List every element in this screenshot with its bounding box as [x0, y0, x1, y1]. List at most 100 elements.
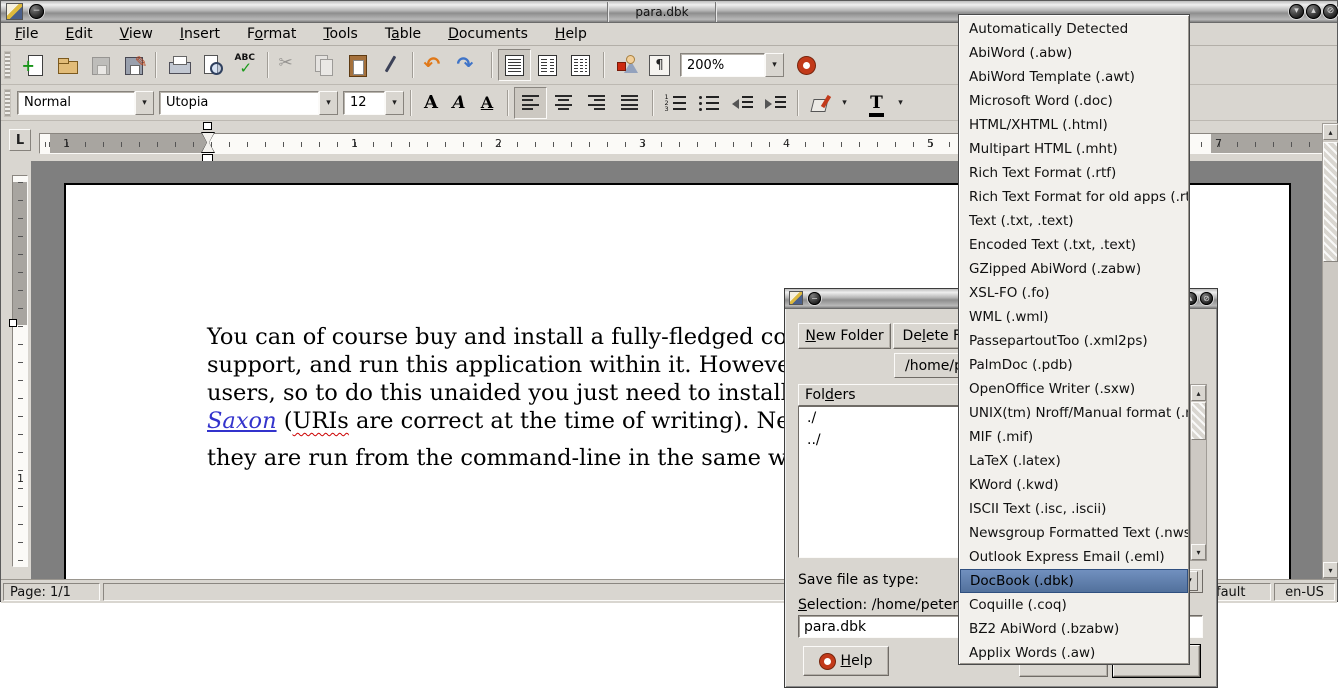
popup-item[interactable]: Encoded Text (.txt, .text): [960, 233, 1188, 257]
font-value[interactable]: Utopia: [159, 91, 319, 115]
align-justify-button[interactable]: [613, 87, 646, 119]
align-right-button[interactable]: [580, 87, 613, 119]
insert-shapes-button[interactable]: [610, 49, 643, 81]
zoom-dropdown-arrow-icon[interactable]: ▾: [765, 53, 784, 77]
window-menu-button[interactable]: −: [29, 4, 44, 19]
decrease-indent-button[interactable]: [725, 87, 758, 119]
popup-item[interactable]: DocBook (.dbk): [960, 569, 1188, 593]
scroll-up-arrow-icon[interactable]: ▴: [1191, 385, 1206, 401]
show-formatting-marks-button[interactable]: ¶: [643, 49, 676, 81]
document-text[interactable]: You can of course buy and install a full…: [207, 323, 834, 472]
highlight-color-dropdown-icon[interactable]: ▾: [837, 92, 852, 114]
menu-help[interactable]: Help: [555, 26, 587, 42]
cut-button[interactable]: ✂: [274, 49, 307, 81]
first-line-indent-marker[interactable]: [203, 122, 212, 130]
menu-format[interactable]: Format: [247, 26, 296, 42]
increase-indent-button[interactable]: [758, 87, 791, 119]
popup-item[interactable]: Coquille (.coq): [960, 593, 1188, 617]
format-painter-button[interactable]: [373, 49, 406, 81]
popup-item[interactable]: UNIX(tm) Nroff/Manual format (.nroff): [960, 401, 1188, 425]
new-document-button[interactable]: +: [17, 49, 50, 81]
dialog-help-button[interactable]: Help: [803, 646, 889, 676]
popup-item[interactable]: LaTeX (.latex): [960, 449, 1188, 473]
popup-item[interactable]: ISCII Text (.isc, .iscii): [960, 497, 1188, 521]
view-normal-button[interactable]: [498, 49, 531, 81]
save-as-button[interactable]: ✎: [116, 49, 149, 81]
scroll-down-arrow-icon[interactable]: ▾: [1191, 544, 1206, 560]
popup-item[interactable]: AbiWord Template (.awt): [960, 65, 1188, 89]
font-dropdown-arrow-icon[interactable]: ▾: [319, 91, 338, 115]
copy-button[interactable]: [307, 49, 340, 81]
popup-item[interactable]: MIF (.mif): [960, 425, 1188, 449]
menu-view[interactable]: View: [120, 26, 153, 42]
bold-button[interactable]: A: [417, 87, 445, 119]
popup-item[interactable]: HTML/XHTML (.html): [960, 113, 1188, 137]
font-size-value[interactable]: 12: [343, 91, 385, 115]
popup-item[interactable]: Rich Text Format (.rtf): [960, 161, 1188, 185]
print-button[interactable]: [162, 49, 195, 81]
dialog-close-button[interactable]: ⊘: [1200, 292, 1213, 305]
folder-item[interactable]: ./: [799, 407, 975, 429]
zoom-value[interactable]: 200%: [680, 53, 765, 77]
print-preview-button[interactable]: [195, 49, 228, 81]
font-color-button[interactable]: T: [860, 87, 893, 119]
save-button[interactable]: [83, 49, 116, 81]
popup-item[interactable]: Outlook Express Email (.eml): [960, 545, 1188, 569]
dialog-window-menu-button[interactable]: −: [808, 292, 821, 305]
view-two-column-button[interactable]: [531, 49, 564, 81]
files-list-scrollbar[interactable]: ▴ ▾: [1190, 384, 1207, 561]
indent-markers[interactable]: [200, 122, 216, 163]
numbered-list-button[interactable]: 123: [659, 87, 692, 119]
tab-stop-selector-button[interactable]: L: [9, 129, 31, 151]
menu-edit[interactable]: Edit: [65, 26, 92, 42]
style-value[interactable]: Normal: [17, 91, 135, 115]
scrollbar-thumb[interactable]: [1191, 402, 1206, 440]
align-center-button[interactable]: [547, 87, 580, 119]
bullet-list-button[interactable]: [692, 87, 725, 119]
spellcheck-button[interactable]: ABC✓: [228, 49, 261, 81]
popup-item[interactable]: AbiWord (.abw): [960, 41, 1188, 65]
popup-item[interactable]: Automatically Detected: [960, 17, 1188, 41]
scroll-up-arrow-icon[interactable]: ▴: [1323, 124, 1338, 140]
style-dropdown-arrow-icon[interactable]: ▾: [135, 91, 154, 115]
font-color-dropdown-icon[interactable]: ▾: [893, 92, 908, 114]
popup-item[interactable]: PassepartoutToo (.xml2ps): [960, 329, 1188, 353]
hyperlink-text[interactable]: Saxon: [207, 408, 277, 434]
highlight-color-button[interactable]: [804, 87, 837, 119]
align-left-button[interactable]: [514, 87, 547, 119]
popup-item[interactable]: Multipart HTML (.mht): [960, 137, 1188, 161]
folders-list[interactable]: ./../: [798, 406, 976, 558]
top-margin-marker[interactable]: [9, 319, 17, 327]
popup-item[interactable]: XSL-FO (.fo): [960, 281, 1188, 305]
popup-item[interactable]: Microsoft Word (.doc): [960, 89, 1188, 113]
open-button[interactable]: [50, 49, 83, 81]
view-three-column-button[interactable]: [564, 49, 597, 81]
scrollbar-thumb[interactable]: [1323, 142, 1338, 262]
help-button[interactable]: [790, 49, 823, 81]
new-folder-button[interactable]: New Folder: [798, 323, 891, 349]
close-button[interactable]: ⊘: [1323, 4, 1338, 19]
popup-item[interactable]: OpenOffice Writer (.sxw): [960, 377, 1188, 401]
redo-button[interactable]: ↷: [452, 49, 485, 81]
menu-table[interactable]: Table: [385, 26, 421, 42]
toolbar-drag-handle[interactable]: [4, 51, 11, 79]
menu-insert[interactable]: Insert: [180, 26, 220, 42]
maximize-button[interactable]: ▴: [1306, 4, 1321, 19]
popup-item[interactable]: WML (.wml): [960, 305, 1188, 329]
folder-item[interactable]: ../: [799, 429, 975, 451]
popup-item[interactable]: Text (.txt, .text): [960, 209, 1188, 233]
underline-button[interactable]: A: [473, 87, 501, 119]
popup-item[interactable]: PalmDoc (.pdb): [960, 353, 1188, 377]
popup-item[interactable]: Rich Text Format for old apps (.rtf): [960, 185, 1188, 209]
menu-tools[interactable]: Tools: [323, 26, 358, 42]
font-size-dropdown-arrow-icon[interactable]: ▾: [385, 91, 404, 115]
undo-button[interactable]: ↶: [419, 49, 452, 81]
minimize-button[interactable]: ▾: [1289, 4, 1304, 19]
popup-item[interactable]: KWord (.kwd): [960, 473, 1188, 497]
italic-button[interactable]: A: [445, 87, 473, 119]
menu-file[interactable]: File: [15, 26, 38, 42]
menu-documents[interactable]: Documents: [448, 26, 528, 42]
left-indent-marker[interactable]: [201, 132, 215, 153]
popup-item[interactable]: Newsgroup Formatted Text (.nws): [960, 521, 1188, 545]
paste-button[interactable]: [340, 49, 373, 81]
